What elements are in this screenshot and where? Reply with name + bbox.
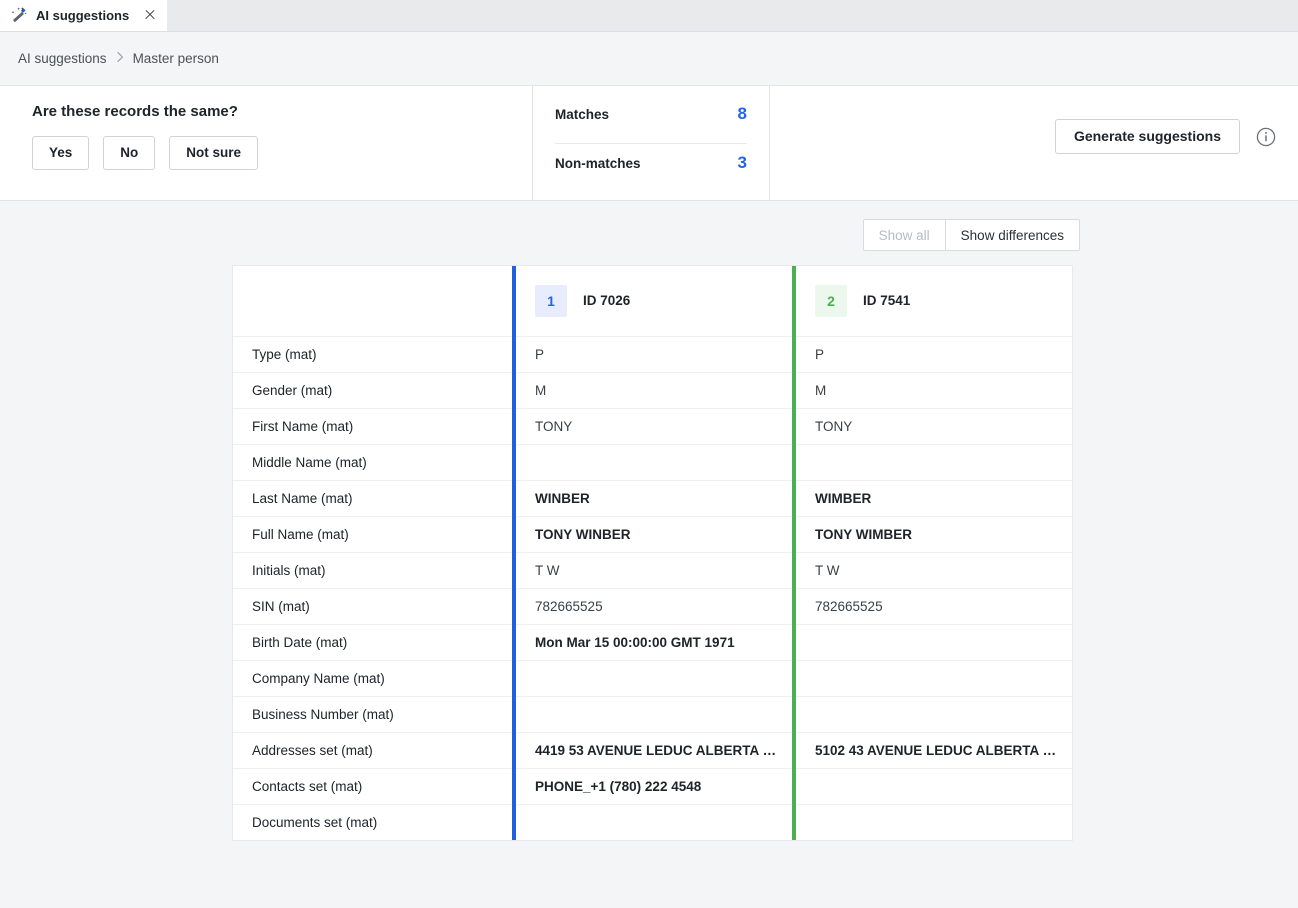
view-toolbar: Show all Show differences (0, 201, 1298, 251)
attribute-label: Company Name (mat) (233, 660, 514, 697)
stat-non-matches: Non-matches 3 (555, 144, 747, 175)
record-2-value: TONY WIMBER (792, 516, 1072, 553)
record-1-value: Mon Mar 15 00:00:00 GMT 1971 (512, 624, 794, 661)
attribute-label: SIN (mat) (233, 588, 514, 625)
table-row: Company Name (mat) (233, 660, 1072, 697)
breadcrumb-item-ai-suggestions[interactable]: AI suggestions (18, 51, 107, 66)
record-2-value (792, 804, 1072, 840)
record-1-value: T W (512, 552, 794, 589)
record-2-value: T W (792, 552, 1072, 589)
attribute-label: Addresses set (mat) (233, 732, 514, 769)
record-2-column-header: 2 ID 7541 (792, 266, 1072, 337)
table-row: First Name (mat) TONY TONY (233, 408, 1072, 445)
record-1-value: TONY WINBER (512, 516, 794, 553)
record-2-value: TONY (792, 408, 1072, 445)
comparison-table-body: Type (mat) P P Gender (mat) M M First Name (ma… (233, 336, 1072, 840)
record-2-value (792, 444, 1072, 481)
chevron-right-icon (116, 51, 124, 66)
table-row: Last Name (mat) WINBER WIMBER (233, 480, 1072, 517)
record-2-value (792, 696, 1072, 733)
stat-matches: Matches 8 (555, 104, 747, 144)
attribute-label: Gender (mat) (233, 372, 514, 409)
record-1-id: ID 7026 (583, 293, 631, 309)
record-2-value: M (792, 372, 1072, 409)
decision-button-group: Yes No Not sure (32, 136, 500, 170)
content-area: Show all Show differences 1 ID 7026 2 ID… (0, 201, 1298, 907)
attribute-column-header (233, 266, 514, 337)
magic-wand-icon (10, 6, 28, 24)
breadcrumb: AI suggestions Master person (0, 32, 1298, 86)
table-row: SIN (mat) 782665525 782665525 (233, 588, 1072, 625)
record-1-value: 4419 53 AVENUE LEDUC ALBERTA T9… (512, 732, 794, 769)
record-1-value: TONY (512, 408, 794, 445)
no-button[interactable]: No (103, 136, 156, 170)
attribute-label: First Name (mat) (233, 408, 514, 445)
table-row: Middle Name (mat) (233, 444, 1072, 481)
attribute-label: Middle Name (mat) (233, 444, 514, 481)
not-sure-button[interactable]: Not sure (169, 136, 259, 170)
record-2-value: P (792, 336, 1072, 373)
attribute-label: Full Name (mat) (233, 516, 514, 553)
record-2-value (792, 624, 1072, 661)
record-2-value (792, 660, 1072, 697)
attribute-label: Birth Date (mat) (233, 624, 514, 661)
record-2-badge: 2 (815, 284, 847, 317)
table-row: Initials (mat) T WT W (233, 552, 1072, 589)
yes-button[interactable]: Yes (32, 136, 90, 170)
tab-ai-suggestions[interactable]: AI suggestions (0, 0, 168, 31)
header-actions: Generate suggestions (1054, 119, 1276, 154)
tab-label: AI suggestions (36, 7, 130, 23)
stats-panel: Matches 8 Non-matches 3 (532, 86, 770, 201)
page-title: Are these records the same? (32, 103, 238, 120)
stat-non-matches-label: Non-matches (555, 156, 641, 171)
attribute-label: Last Name (mat) (233, 480, 514, 517)
record-1-value: M (512, 372, 794, 409)
attribute-label: Documents set (mat) (252, 814, 378, 830)
table-row: Full Name (mat) TONY WINBER TONY WIMBER (233, 516, 1072, 553)
record-2-value: 782665525 (792, 588, 1072, 625)
record-1-value (512, 444, 794, 481)
record-1-column-header: 1 ID 7026 (512, 266, 794, 337)
info-circle-icon[interactable] (1256, 127, 1276, 147)
table-row: Gender (mat) M M (233, 372, 1072, 409)
attribute-label: Initials (mat) (233, 552, 514, 589)
record-2-value (792, 768, 1072, 805)
record-1-value (512, 696, 794, 733)
table-header-row: 1 ID 7026 2 ID 7541 (233, 266, 1072, 337)
table-row: Addresses set (mat) 4419 53 AVENUE LEDUC … (233, 732, 1072, 769)
table-row: Birth Date (mat) Mon Mar 15 00:00:00 GMT … (233, 624, 1072, 661)
attribute-label: Type (mat) (233, 336, 514, 373)
attribute-label: Contacts set (mat) (233, 768, 514, 805)
tab-bar: AI suggestions (0, 0, 1298, 32)
stat-non-matches-value: 3 (737, 153, 747, 172)
close-icon[interactable] (143, 8, 157, 22)
attribute-label: Business Number (mat) (233, 696, 514, 733)
table-row: Documents set (mat) (233, 804, 1072, 840)
record-1-value: PHONE_+1 (780) 222 4548 (512, 768, 794, 805)
action-header: Are these records the same? Yes No Not s… (0, 86, 1298, 201)
record-1-value: P (512, 336, 794, 373)
record-1-badge: 1 (535, 284, 567, 317)
record-1-value: WINBER (512, 480, 794, 517)
view-mode-toggle: Show all Show differences (862, 219, 1080, 251)
show-all-button[interactable]: Show all (862, 219, 945, 251)
table-row: Contacts set (mat) PHONE_+1 (780) 222 454… (233, 768, 1072, 805)
record-1-value (512, 804, 794, 840)
comparison-table-container: 1 ID 7026 2 ID 7541 Type (mat) P P Gender (… (232, 265, 1073, 841)
record-1-value (512, 660, 794, 697)
table-row: Type (mat) P P (233, 336, 1072, 373)
stat-matches-label: Matches (555, 107, 610, 122)
table-row: Business Number (mat) (233, 696, 1072, 733)
comparison-table: 1 ID 7026 2 ID 7541 Type (mat) P P Gender (… (233, 266, 1072, 840)
record-2-value: WIMBER (792, 480, 1072, 517)
show-differences-button[interactable]: Show differences (944, 219, 1080, 251)
record-2-value: 5102 43 AVENUE LEDUC ALBERTA T9… (792, 732, 1072, 769)
record-1-value: 782665525 (512, 588, 794, 625)
generate-suggestions-button[interactable]: Generate suggestions (1054, 119, 1240, 154)
stat-matches-value: 8 (737, 104, 747, 123)
decision-panel: Are these records the same? Yes No Not s… (0, 86, 500, 170)
record-2-id: ID 7541 (863, 293, 911, 309)
breadcrumb-item-master-person[interactable]: Master person (133, 51, 219, 66)
